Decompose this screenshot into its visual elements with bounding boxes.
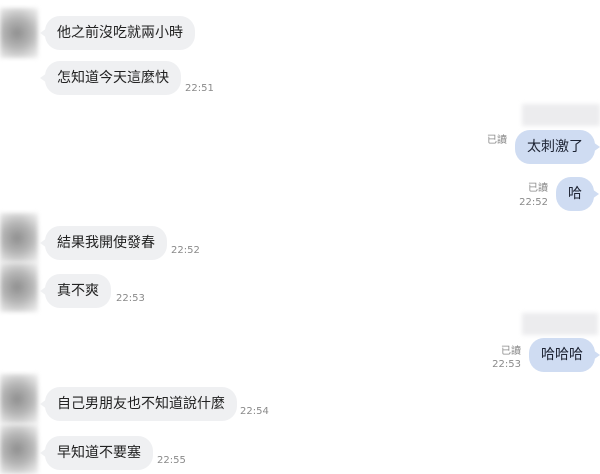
message-bubble-outgoing[interactable]: 太刺激了 (515, 130, 600, 164)
message-bubble-incoming[interactable]: 真不爽 (40, 274, 111, 308)
message-timestamp: 22:53 (116, 293, 145, 304)
message-bubble-outgoing[interactable]: 哈哈哈 (529, 338, 600, 372)
read-receipt: 已讀 (501, 346, 521, 357)
message-timestamp: 22:52 (171, 245, 200, 256)
message-timestamp: 22:51 (185, 83, 214, 94)
contact-avatar-1[interactable] (0, 8, 38, 58)
contact-avatar-3[interactable] (0, 262, 38, 312)
redacted-block-2 (522, 313, 598, 335)
message-bubble-incoming[interactable]: 自己男朋友也不知道說什麼 (40, 387, 237, 421)
message-timestamp: 22:55 (157, 455, 186, 466)
message-bubble-outgoing[interactable]: 哈 (556, 177, 599, 211)
message-bubble-incoming[interactable]: 他之前沒吃就兩小時 (40, 16, 195, 50)
read-receipt: 已讀 (487, 135, 507, 146)
contact-avatar-4[interactable] (0, 374, 38, 424)
redacted-block-1 (522, 104, 600, 126)
contact-avatar-2[interactable] (0, 213, 38, 263)
message-bubble-incoming[interactable]: 結果我開使發春 (40, 226, 167, 260)
message-bubble-incoming[interactable]: 早知道不要塞 (40, 436, 153, 470)
read-receipt: 已讀 (528, 183, 548, 194)
message-timestamp: 22:52 (519, 197, 548, 208)
contact-avatar-5[interactable] (0, 424, 38, 474)
message-timestamp: 22:53 (492, 359, 521, 370)
message-timestamp: 22:54 (240, 406, 269, 417)
message-bubble-incoming[interactable]: 怎知道今天這麼快 (40, 61, 181, 95)
